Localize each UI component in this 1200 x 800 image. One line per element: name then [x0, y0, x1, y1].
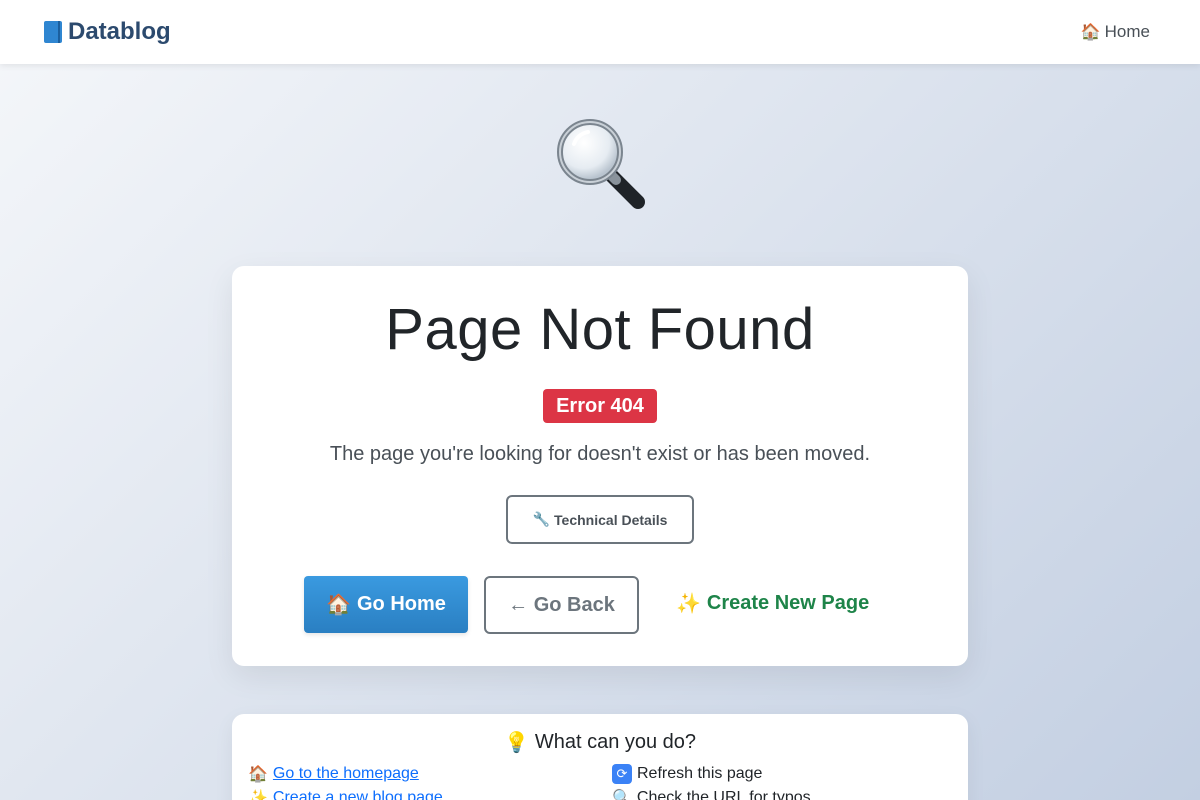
book-icon — [44, 21, 62, 43]
brand-link[interactable]: Datablog — [44, 18, 171, 46]
go-home-label: Go Home — [357, 593, 446, 615]
help-item-refresh: ⟳ Refresh this page — [612, 763, 762, 785]
house-icon: 🏠 — [326, 594, 351, 616]
nav-home-link[interactable]: 🏠 Home — [1081, 20, 1150, 44]
go-back-button[interactable]: ← Go Back — [484, 576, 639, 634]
house-icon: 🏠 — [248, 766, 268, 783]
magnifier-icon — [557, 119, 645, 209]
help-item-homepage: 🏠 Go to the homepage — [248, 763, 419, 785]
refresh-label: Refresh this page — [637, 765, 763, 782]
go-back-label: ← Go Back — [508, 593, 615, 616]
help-item-create: ✨ Create a new blog page — [248, 787, 443, 800]
search-icon: 🔍 — [612, 790, 632, 800]
help-item-check-url: 🔍 Check the URL for typos — [612, 787, 811, 800]
technical-details-label: Technical Details — [554, 511, 668, 528]
error-badge: Error 404 — [543, 389, 657, 423]
create-label: Create New Page — [706, 591, 870, 614]
go-home-button[interactable]: 🏠 Go Home — [304, 576, 468, 633]
sparkles-icon: ✨ — [248, 790, 268, 800]
brand-label: Datablog — [68, 18, 171, 45]
check-url-label: Check the URL for typos — [636, 789, 811, 800]
refresh-icon: ⟳ — [612, 764, 632, 784]
top-navbar: Datablog 🏠 Home — [0, 0, 1200, 64]
sparkles-icon: ✨ — [676, 592, 701, 615]
house-icon: 🏠 — [1080, 24, 1101, 41]
help-title: 💡 What can you do? — [0, 730, 1200, 755]
technical-details-button[interactable]: 🔧 Technical Details — [506, 495, 694, 544]
badge-wrapper: Error 404 — [0, 389, 1200, 423]
nav-home-label: Home — [1104, 22, 1150, 41]
create-blog-link[interactable]: Create a new blog page — [273, 789, 443, 800]
homepage-link[interactable]: Go to the homepage — [273, 765, 419, 783]
error-message: The page you're looking for doesn't exis… — [329, 443, 871, 465]
lightbulb-icon: 💡 — [503, 732, 529, 754]
wrench-icon: 🔧 — [532, 511, 551, 527]
create-new-page-link[interactable]: ✨ Create New Page — [676, 588, 869, 618]
help-title-label: What can you do? — [534, 731, 697, 753]
page-title: Page Not Found — [385, 297, 815, 362]
